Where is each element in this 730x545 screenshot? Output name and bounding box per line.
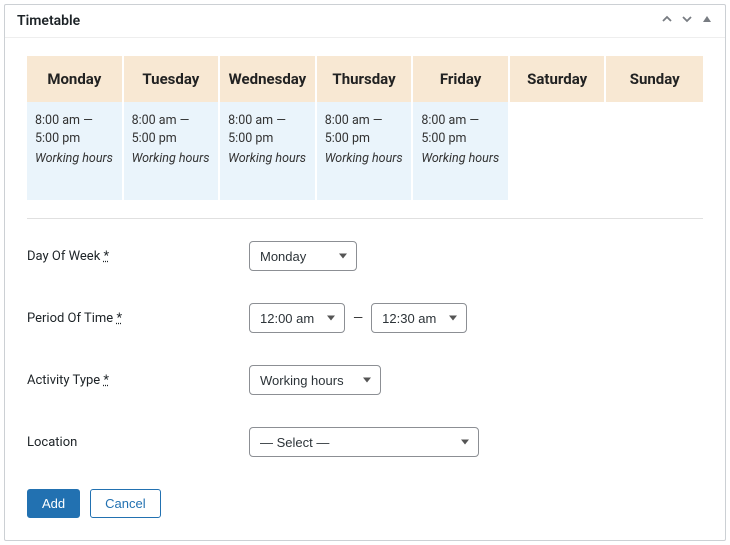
add-button[interactable]: Add [27, 489, 80, 518]
panel-body: Monday 8:00 am — 5:00 pm Working hours T… [5, 38, 725, 540]
timetable-panel: Timetable Monday 8:00 am — 5:00 pm Worki… [4, 4, 726, 541]
slot-time: 8:00 am — 5:00 pm [132, 112, 211, 148]
timetable-cell[interactable]: 8:00 am — 5:00 pm Working hours [413, 102, 510, 200]
slot-time: 8:00 am — 5:00 pm [421, 112, 500, 148]
timetable-cell[interactable]: 8:00 am — 5:00 pm Working hours [317, 102, 414, 200]
day-of-week-select-wrap: Monday [249, 241, 357, 271]
activity-type-select[interactable]: Working hours [249, 365, 381, 395]
timetable-column: Monday 8:00 am — 5:00 pm Working hours [27, 56, 124, 200]
period-label: Period Of Time * [27, 311, 249, 326]
slot-time: 8:00 am — 5:00 pm [325, 112, 404, 148]
panel-title: Timetable [17, 13, 80, 29]
day-header: Friday [413, 56, 510, 102]
divider [27, 218, 703, 219]
form-row-location: Location — Select — [27, 427, 703, 457]
panel-header: Timetable [5, 5, 725, 38]
timetable-cell-empty [510, 102, 607, 200]
timetable-column: Thursday 8:00 am — 5:00 pm Working hours [317, 56, 414, 200]
slot-activity: Working hours [228, 150, 307, 168]
period-controls: 12:00 am — 12:30 am [249, 303, 467, 333]
timetable-column: Sunday [606, 56, 703, 200]
cancel-button[interactable]: Cancel [90, 489, 160, 518]
move-up-icon[interactable] [661, 13, 673, 29]
slot-time: 8:00 am — 5:00 pm [35, 112, 114, 148]
period-end-select[interactable]: 12:30 am [371, 303, 467, 333]
timetable-cell-empty [606, 102, 703, 200]
slot-time: 8:00 am — 5:00 pm [228, 112, 307, 148]
timetable-column: Friday 8:00 am — 5:00 pm Working hours [413, 56, 510, 200]
timetable-column: Saturday [510, 56, 607, 200]
form-row-day: Day Of Week * Monday [27, 241, 703, 271]
location-select[interactable]: — Select — [249, 427, 479, 457]
day-header: Wednesday [220, 56, 317, 102]
period-end-wrap: 12:30 am [371, 303, 467, 333]
timetable-column: Tuesday 8:00 am — 5:00 pm Working hours [124, 56, 221, 200]
day-header: Tuesday [124, 56, 221, 102]
slot-activity: Working hours [35, 150, 114, 168]
timetable-column: Wednesday 8:00 am — 5:00 pm Working hour… [220, 56, 317, 200]
move-down-icon[interactable] [681, 13, 693, 29]
form-row-period: Period Of Time * 12:00 am — 12:30 am [27, 303, 703, 333]
panel-controls [661, 13, 713, 29]
timetable-grid: Monday 8:00 am — 5:00 pm Working hours T… [27, 56, 703, 200]
period-start-wrap: 12:00 am [249, 303, 345, 333]
slot-activity: Working hours [132, 150, 211, 168]
day-of-week-select[interactable]: Monday [249, 241, 357, 271]
day-header: Monday [27, 56, 124, 102]
activity-type-select-wrap: Working hours [249, 365, 381, 395]
timetable-cell[interactable]: 8:00 am — 5:00 pm Working hours [124, 102, 221, 200]
slot-activity: Working hours [421, 150, 500, 168]
activity-type-label: Activity Type * [27, 373, 249, 388]
slot-activity: Working hours [325, 150, 404, 168]
day-header: Sunday [606, 56, 703, 102]
form-row-activity: Activity Type * Working hours [27, 365, 703, 395]
day-of-week-label: Day Of Week * [27, 249, 249, 264]
location-select-wrap: — Select — [249, 427, 479, 457]
location-label: Location [27, 435, 249, 450]
day-header: Thursday [317, 56, 414, 102]
period-dash: — [353, 311, 363, 326]
collapse-icon[interactable] [701, 13, 713, 29]
period-start-select[interactable]: 12:00 am [249, 303, 345, 333]
timetable-cell[interactable]: 8:00 am — 5:00 pm Working hours [27, 102, 124, 200]
day-header: Saturday [510, 56, 607, 102]
button-row: Add Cancel [27, 489, 703, 518]
timetable-cell[interactable]: 8:00 am — 5:00 pm Working hours [220, 102, 317, 200]
